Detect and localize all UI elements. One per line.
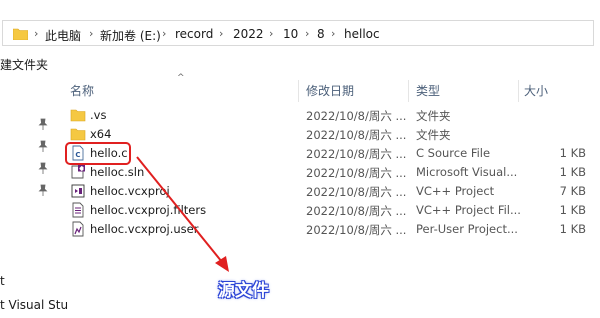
address-bar: › 此电脑 › 新加卷 (E:) › record › 2022 › 10 › … [0, 16, 600, 48]
folder-icon [70, 128, 86, 141]
column-header-type[interactable]: 类型 [416, 82, 440, 99]
breadcrumb-helloc[interactable]: helloc [344, 27, 380, 41]
file-row-helloc-vcxproj-user[interactable]: helloc.vcxproj.user 2022/10/8/周六 ... Per… [62, 220, 600, 239]
file-date: 2022/10/8/周六 ... [306, 166, 407, 180]
file-type: C Source File [416, 146, 491, 160]
pin-icon[interactable] [38, 140, 48, 152]
file-size: 1 KB [559, 203, 586, 217]
file-name: helloc.vcxproj.user [90, 222, 199, 236]
breadcrumb-2022[interactable]: 2022 [233, 27, 264, 41]
chevron-right-icon[interactable]: › [269, 27, 273, 40]
file-size: 1 KB [559, 165, 586, 179]
chevron-right-icon[interactable]: › [305, 27, 309, 40]
c-source-file-icon: C [72, 145, 84, 161]
file-size: 1 KB [559, 146, 586, 160]
user-file-icon [72, 221, 84, 237]
pin-icon[interactable] [38, 118, 48, 130]
solution-file-icon [71, 164, 85, 179]
column-header-size[interactable]: 大小 [524, 82, 548, 99]
file-type: VC++ Project [416, 184, 495, 198]
file-type: Microsoft Visual... [416, 165, 518, 179]
breadcrumb-drive-e[interactable]: 新加卷 (E:) [100, 27, 161, 44]
file-row-x64[interactable]: x64 2022/10/8/周六 ... 文件夹 [62, 125, 600, 144]
chevron-right-icon[interactable]: › [219, 27, 223, 40]
column-divider[interactable] [298, 80, 299, 102]
file-date: 2022/10/8/周六 ... [306, 223, 407, 237]
folder-icon [13, 28, 28, 40]
file-date: 2022/10/8/周六 ... [306, 185, 407, 199]
file-row-hello-c[interactable]: C hello.c 2022/10/8/周六 ... C Source File… [62, 144, 600, 163]
column-divider[interactable] [518, 80, 519, 102]
new-folder-button[interactable]: 建文件夹 [0, 56, 48, 73]
file-name: helloc.vcxproj.filters [90, 203, 207, 217]
breadcrumb-record[interactable]: record [175, 27, 213, 41]
annotation-label: 源文件 [218, 281, 269, 301]
file-row-helloc-sln[interactable]: helloc.sln 2022/10/8/周六 ... Microsoft Vi… [62, 163, 600, 182]
file-name: x64 [90, 127, 112, 141]
breadcrumb-this-pc[interactable]: 此电脑 [45, 27, 81, 44]
file-date: 2022/10/8/周六 ... [306, 204, 407, 218]
address-box[interactable]: › 此电脑 › 新加卷 (E:) › record › 2022 › 10 › … [2, 20, 594, 46]
column-headers: ^ 名称 修改日期 类型 大小 [62, 73, 600, 102]
file-date: 2022/10/8/周六 ... [306, 147, 407, 161]
pin-icon[interactable] [38, 162, 48, 174]
file-type: VC++ Project Fil... [416, 203, 521, 217]
svg-text:C: C [75, 151, 80, 159]
chevron-right-icon[interactable]: › [89, 27, 93, 40]
vcxproj-file-icon [71, 184, 85, 198]
file-name: .vs [90, 108, 107, 122]
file-size: 7 KB [559, 184, 586, 198]
file-type: 文件夹 [416, 128, 451, 142]
file-size: 1 KB [559, 222, 586, 236]
breadcrumb-8[interactable]: 8 [317, 27, 325, 41]
navigation-pane: 建文件夹 t t Visual Stu [0, 48, 68, 318]
file-type: Per-User Project... [416, 222, 518, 236]
file-name: hello.c [90, 146, 128, 160]
column-header-date[interactable]: 修改日期 [306, 82, 354, 99]
file-date: 2022/10/8/周六 ... [306, 109, 407, 123]
nav-item-t[interactable]: t [0, 274, 5, 288]
pin-icon[interactable] [38, 184, 48, 196]
chevron-right-icon[interactable]: › [162, 27, 166, 40]
file-row-helloc-vcxproj-filters[interactable]: helloc.vcxproj.filters 2022/10/8/周六 ... … [62, 201, 600, 220]
column-header-name[interactable]: 名称 [70, 82, 94, 99]
folder-icon [70, 109, 86, 122]
file-row-vs[interactable]: .vs 2022/10/8/周六 ... 文件夹 [62, 106, 600, 125]
file-date: 2022/10/8/周六 ... [306, 128, 407, 142]
file-type: 文件夹 [416, 109, 451, 123]
nav-item-visual-studio[interactable]: t Visual Stu [0, 298, 68, 312]
column-divider[interactable] [408, 80, 409, 102]
chevron-right-icon[interactable]: › [331, 27, 335, 40]
filters-file-icon [72, 202, 84, 218]
annotation-arrowhead [215, 256, 229, 272]
chevron-right-icon[interactable]: › [34, 27, 38, 40]
sort-ascending-icon: ^ [177, 73, 185, 83]
file-name: helloc.sln [90, 165, 145, 179]
file-name: helloc.vcxproj [90, 184, 170, 198]
breadcrumb-10[interactable]: 10 [283, 27, 298, 41]
file-row-helloc-vcxproj[interactable]: helloc.vcxproj 2022/10/8/周六 ... VC++ Pro… [62, 182, 600, 201]
